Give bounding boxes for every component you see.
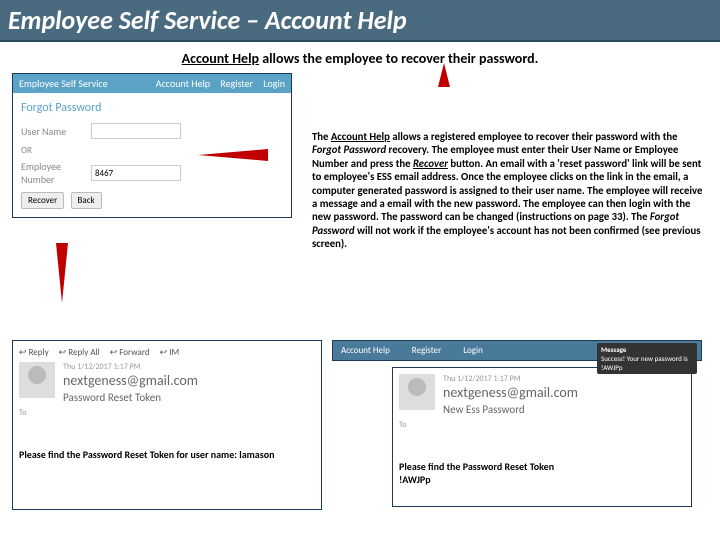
email-screenshot-1: Reply Reply All Forward IM Thu 1/12/2017… xyxy=(12,340,322,510)
ess-app-screenshot: Employee Self Service Account Help Regis… xyxy=(12,73,292,218)
replyall-button[interactable]: Reply All xyxy=(59,347,100,358)
success-message: Message Success! Your new password is !A… xyxy=(597,343,697,374)
email1-body: Please find the Password Reset Token for… xyxy=(19,448,315,461)
nav-account-help[interactable]: Account Help xyxy=(156,77,210,90)
app-header: Employee Self Service Account Help Regis… xyxy=(13,74,291,93)
email1-to: To xyxy=(19,408,315,418)
username-input[interactable] xyxy=(91,123,181,139)
email2-body: Please find the Password Reset Token !AW… xyxy=(399,460,685,486)
subtitle-underline: Account Help xyxy=(182,50,259,67)
empnum-label: Employee Number xyxy=(21,160,91,186)
forward-button[interactable]: Forward xyxy=(110,347,150,358)
email1-date: Thu 1/12/2017 1:17 PM xyxy=(63,362,198,372)
email2-date: Thu 1/12/2017 1:17 PM xyxy=(443,374,578,384)
description-text: The Account Help allows a registered emp… xyxy=(312,130,707,250)
navstrip-register[interactable]: Register xyxy=(412,345,441,356)
nav-login[interactable]: Login xyxy=(263,77,285,90)
email2-subject: New Ess Password xyxy=(443,403,578,416)
recover-button[interactable]: Recover xyxy=(21,192,64,209)
msg-body: Success! Your new password is !AWJPp xyxy=(601,354,693,372)
subtitle: Account Help allows the employee to reco… xyxy=(0,50,720,67)
email2-to: To xyxy=(399,420,685,430)
avatar-icon xyxy=(19,362,55,398)
subtitle-rest: allows the employee to recover their pas… xyxy=(259,50,538,67)
arrow-left-icon xyxy=(198,149,268,161)
navstrip-help[interactable]: Account Help xyxy=(341,345,390,356)
email1-from: nextgeness@gmail.com xyxy=(63,372,198,389)
email-screenshot-2: Thu 1/12/2017 1:17 PM nextgeness@gmail.c… xyxy=(392,367,692,507)
email2-from: nextgeness@gmail.com xyxy=(443,384,578,401)
page-title: Employee Self Service – Account Help xyxy=(0,0,720,42)
forgot-password-title: Forgot Password xyxy=(21,101,283,115)
nav-strip-screenshot: Account Help Register Login Message Succ… xyxy=(332,340,702,361)
avatar-icon xyxy=(399,374,435,410)
nav-register[interactable]: Register xyxy=(220,77,253,90)
arrow-down-icon xyxy=(56,243,68,303)
app-brand: Employee Self Service xyxy=(19,77,108,90)
email-toolbar: Reply Reply All Forward IM xyxy=(19,347,315,358)
username-label: User Name xyxy=(21,125,91,138)
app-nav: Account Help Register Login xyxy=(148,77,285,90)
im-button[interactable]: IM xyxy=(160,347,180,358)
empnum-input[interactable]: 8467 xyxy=(91,165,181,181)
msg-title: Message xyxy=(601,345,693,354)
email1-subject: Password Reset Token xyxy=(63,391,198,404)
reply-button[interactable]: Reply xyxy=(19,347,49,358)
arrow-up-icon xyxy=(438,63,450,87)
back-button[interactable]: Back xyxy=(71,192,102,209)
navstrip-login[interactable]: Login xyxy=(463,345,483,356)
